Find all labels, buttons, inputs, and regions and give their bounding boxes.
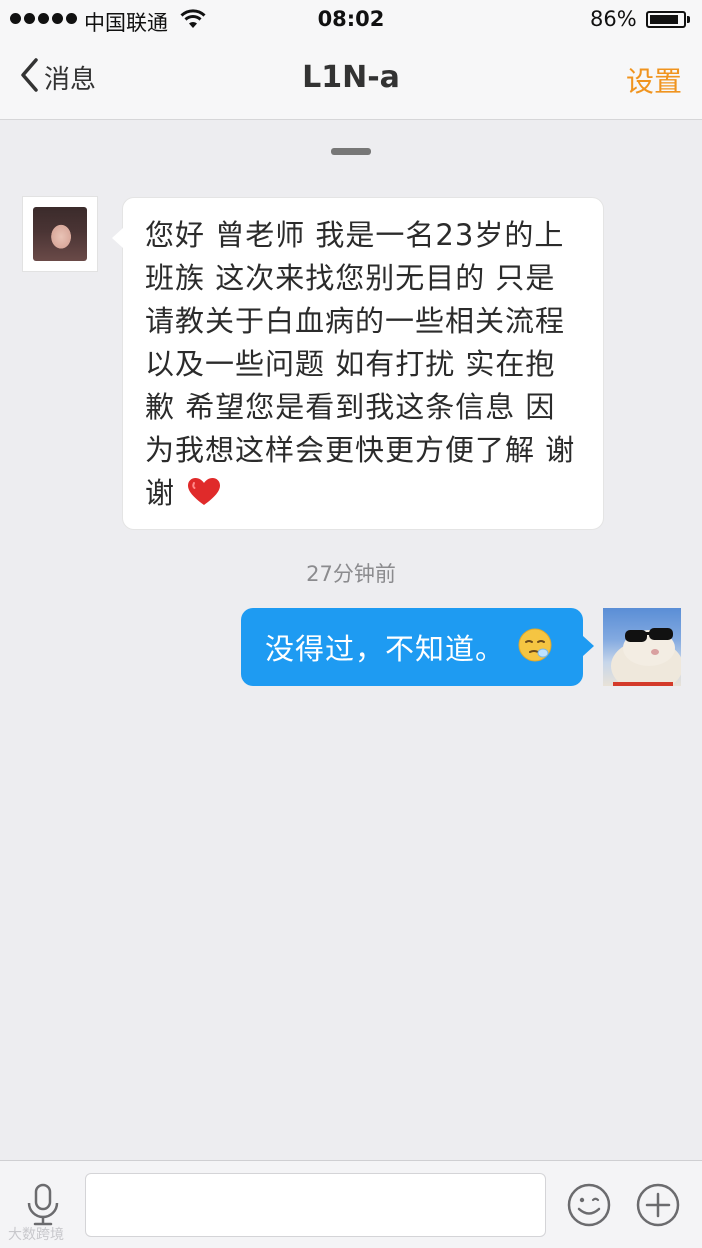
message-timestamp: 27分钟前 xyxy=(306,562,396,586)
status-bar: 中国联通 08:02 86% xyxy=(0,0,702,40)
navigation-bar: 消息 L1N-a 设置 xyxy=(0,40,702,120)
battery-level-fill xyxy=(650,15,678,24)
smiley-icon xyxy=(567,1183,611,1231)
outgoing-message-text: 没得过，不知道。 xyxy=(265,632,506,666)
cat-sunglasses-avatar xyxy=(611,628,681,686)
plus-icon xyxy=(636,1183,680,1231)
watermark: 大数跨境 xyxy=(8,1227,64,1243)
sleepy-face-icon xyxy=(517,627,553,667)
outgoing-message-bubble[interactable]: 没得过，不知道。 xyxy=(241,608,594,686)
chat-title: L1N-a xyxy=(302,60,400,95)
heart-icon xyxy=(187,477,221,511)
battery-icon xyxy=(646,11,686,28)
battery-tip xyxy=(687,16,690,23)
battery-percentage: 86% xyxy=(590,7,637,31)
settings-button[interactable]: 设置 xyxy=(626,60,682,100)
contact-avatar[interactable] xyxy=(22,196,98,272)
incoming-message-text: 您好 曾老师 我是一名23岁的上班族 这次来找您别无目的 只是请教关于白血病的一… xyxy=(145,218,576,510)
more-options-button[interactable] xyxy=(636,1183,680,1231)
load-more-handle[interactable] xyxy=(331,148,371,155)
incoming-message-bubble[interactable]: 您好 曾老师 我是一名23岁的上班族 这次来找您别无目的 只是请教关于白血病的一… xyxy=(112,197,604,530)
my-avatar[interactable] xyxy=(603,608,681,686)
message-input[interactable] xyxy=(85,1173,546,1237)
emoji-button[interactable] xyxy=(567,1183,611,1231)
input-bar xyxy=(0,1160,702,1248)
contact-avatar-photo xyxy=(33,207,87,261)
